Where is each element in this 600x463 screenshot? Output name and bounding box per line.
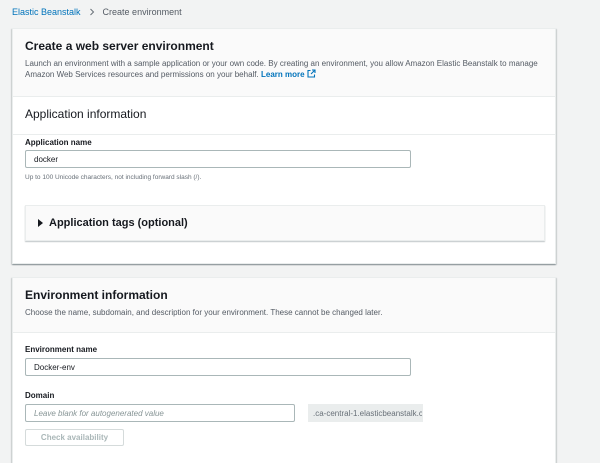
domain-placeholder: Leave blank for autogenerated value — [34, 408, 164, 418]
environment-info-header: Environment information Choose the name,… — [13, 278, 555, 333]
environment-name-input[interactable]: Docker-env — [25, 358, 411, 376]
learn-more-label: Learn more — [260, 70, 305, 79]
caret-right-icon — [38, 219, 43, 227]
web-server-card-header: Create a web server environment Launch a… — [13, 29, 555, 97]
application-name-value: docker — [34, 154, 59, 164]
application-information-header: Application information — [13, 97, 555, 135]
environment-info-title: Environment information — [25, 288, 168, 302]
application-name-input[interactable]: docker — [25, 150, 411, 168]
breadcrumb-current: Create environment — [102, 7, 182, 17]
application-name-hint: Up to 100 Unicode characters, not includ… — [25, 174, 202, 181]
application-tags-label: Application tags (optional) — [49, 217, 188, 229]
domain-input[interactable]: Leave blank for autogenerated value — [25, 404, 295, 422]
environment-name-label: Environment name — [25, 345, 98, 354]
check-availability-button[interactable]: Check availability — [25, 429, 124, 446]
domain-suffix: .ca-central-1.elasticbeanstalk.com — [308, 404, 423, 422]
application-tags-expander[interactable]: Application tags (optional) — [25, 205, 545, 241]
environment-info-description: Choose the name, subdomain, and descript… — [25, 308, 383, 317]
web-server-environment-card: Create a web server environment Launch a… — [12, 28, 556, 264]
external-link-icon — [307, 69, 316, 78]
environment-information-card: Environment information Choose the name,… — [12, 277, 556, 463]
breadcrumb: Elastic Beanstalk Create environment — [12, 6, 182, 18]
environment-name-value: Docker-env — [34, 362, 75, 372]
application-name-label: Application name — [25, 138, 92, 147]
page-title: Create a web server environment — [25, 39, 214, 53]
learn-more-link[interactable]: Learn more — [260, 69, 316, 79]
web-server-description: Launch an environment with a sample appl… — [25, 58, 543, 80]
breadcrumb-elastic-beanstalk-link[interactable]: Elastic Beanstalk — [12, 7, 81, 17]
domain-label: Domain — [25, 391, 55, 400]
chevron-right-icon — [88, 8, 96, 16]
